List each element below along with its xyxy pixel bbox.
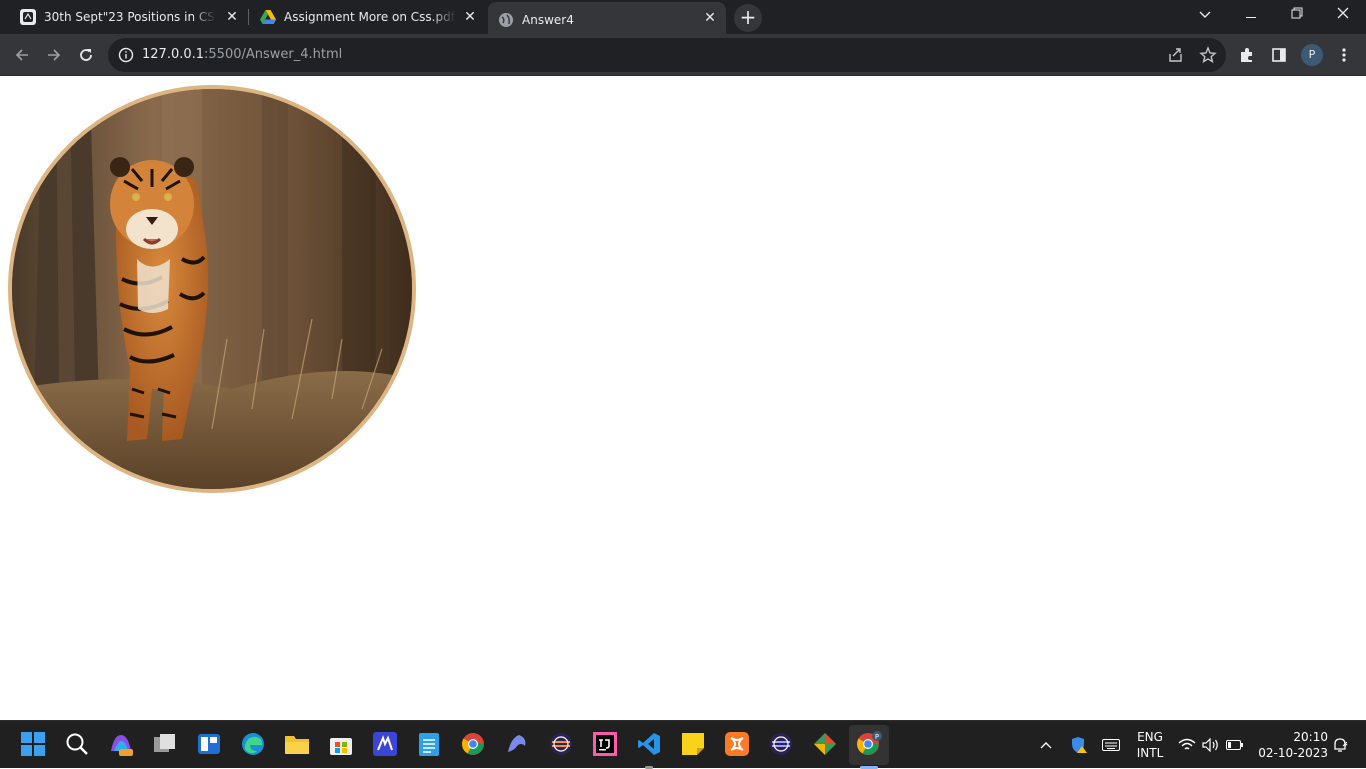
share-icon[interactable] — [1167, 46, 1185, 64]
store-icon[interactable] — [328, 731, 354, 757]
tab-positions-css[interactable]: 30th Sept"23 Positions in CSS - P ✕ — [0, 0, 248, 34]
profile-avatar[interactable]: P — [1301, 44, 1323, 66]
edge-icon[interactable] — [240, 731, 266, 757]
tab-search-icon[interactable] — [1182, 0, 1228, 32]
task-view-icon[interactable] — [152, 731, 178, 757]
security-shield-icon[interactable] — [1070, 721, 1090, 769]
menu-kebab-icon[interactable] — [1330, 41, 1358, 69]
side-panel-icon[interactable] — [1265, 41, 1293, 69]
tab-title: Assignment More on Css.pdf - G — [284, 10, 456, 24]
svg-text:P: P — [875, 733, 879, 741]
vscode-icon[interactable] — [636, 731, 662, 757]
eclipse-icon[interactable] — [548, 731, 574, 757]
google-drive-icon — [260, 9, 276, 25]
url-host: 127.0.0.1 — [142, 47, 205, 62]
extensions-icon[interactable] — [1233, 41, 1261, 69]
address-bar[interactable]: 127.0.0.1:5500/Answer_4.html — [108, 38, 1226, 72]
wifi-icon[interactable] — [1178, 721, 1196, 769]
tab-close-icon[interactable]: ✕ — [702, 10, 718, 26]
close-window-icon[interactable] — [1320, 0, 1366, 32]
search-icon[interactable] — [64, 731, 90, 757]
widgets-icon[interactable] — [196, 731, 222, 757]
clock-time: 20:10 — [1293, 730, 1328, 744]
windows-taskbar: P ENG INTL 20:10 02-10-2023 — [0, 720, 1366, 769]
tiger-photo-illustration — [12, 89, 412, 489]
restore-icon[interactable] — [1274, 0, 1320, 32]
tab-close-icon[interactable]: ✕ — [462, 9, 478, 25]
start-icon[interactable] — [20, 731, 46, 757]
tab-title: Answer4 — [522, 13, 574, 27]
tab-assignment-pdf[interactable]: Assignment More on Css.pdf - G ✕ — [248, 0, 486, 34]
page-viewport — [0, 77, 1366, 720]
language-code: ENG — [1137, 730, 1163, 744]
document-icon — [20, 9, 36, 25]
xampp-icon[interactable] — [724, 731, 750, 757]
url-text: 127.0.0.1:5500/Answer_4.html — [142, 47, 342, 62]
site-info-icon[interactable] — [118, 47, 134, 63]
app-icon[interactable] — [372, 731, 398, 757]
notepad-icon[interactable] — [416, 731, 442, 757]
file-explorer-icon[interactable] — [284, 731, 310, 757]
sticky-notes-icon[interactable] — [680, 731, 706, 757]
tiger-image — [8, 85, 416, 493]
forward-icon[interactable] — [40, 41, 68, 69]
chrome-icon[interactable]: P — [856, 731, 882, 757]
notifications-icon[interactable] — [1332, 721, 1350, 769]
eclipse-icon[interactable] — [768, 731, 794, 757]
url-path: :5500/Answer_4.html — [204, 47, 343, 62]
intellij-icon[interactable] — [592, 731, 618, 757]
bookmark-star-icon[interactable] — [1199, 46, 1217, 64]
battery-icon[interactable] — [1226, 721, 1246, 769]
app-icon[interactable] — [504, 731, 530, 757]
clock-date: 02-10-2023 — [1258, 746, 1328, 760]
volume-icon[interactable] — [1202, 721, 1220, 769]
globe-icon — [498, 12, 514, 28]
tab-strip: 30th Sept"23 Positions in CSS - P ✕ Assi… — [0, 0, 1366, 38]
new-tab-button[interactable]: + — [734, 4, 762, 32]
tab-title: 30th Sept"23 Positions in CSS - P — [44, 10, 216, 24]
minimize-icon[interactable] — [1228, 0, 1274, 32]
copilot-icon[interactable] — [108, 731, 134, 757]
back-icon[interactable] — [8, 41, 36, 69]
browser-toolbar: 127.0.0.1:5500/Answer_4.html P — [0, 34, 1366, 76]
language-indicator[interactable]: ENG INTL — [1130, 729, 1170, 761]
tray-overflow-icon[interactable] — [1040, 721, 1056, 769]
keyboard-layout: INTL — [1136, 746, 1164, 760]
git-icon[interactable] — [812, 731, 838, 757]
tab-answer4[interactable]: Answer4 ✕ — [488, 2, 726, 38]
keyboard-icon[interactable] — [1102, 721, 1122, 769]
clock[interactable]: 20:10 02-10-2023 — [1256, 729, 1328, 761]
chrome-icon[interactable] — [460, 731, 486, 757]
reload-icon[interactable] — [72, 41, 100, 69]
tab-close-icon[interactable]: ✕ — [224, 9, 240, 25]
